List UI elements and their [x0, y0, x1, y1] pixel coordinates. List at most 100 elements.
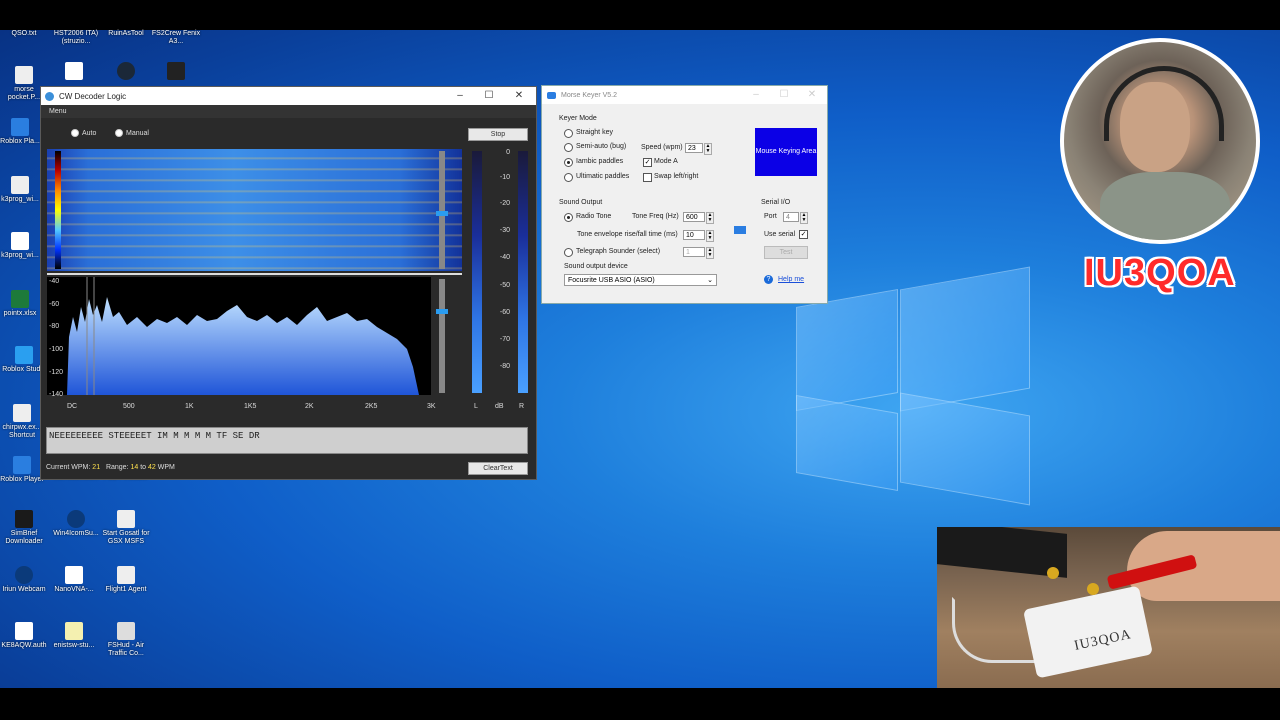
minimize-icon[interactable]: –	[446, 87, 474, 105]
window-title: Morse Keyer V5.2	[561, 91, 618, 99]
maximize-icon[interactable]: ☐	[475, 87, 503, 105]
telegraph-spinner[interactable]: ▲ ▼	[706, 247, 714, 259]
slider-handle[interactable]	[436, 211, 448, 216]
roblox-studio-icon	[15, 346, 33, 364]
file-icon	[65, 566, 83, 584]
use-serial-label: Use serial	[764, 231, 796, 238]
windows-logo	[796, 256, 1030, 506]
desktop-icon-fshud[interactable]: FSHud - Air Traffic Co...	[100, 622, 152, 658]
cable-shape	[952, 597, 1038, 663]
maximize-icon[interactable]: ☐	[770, 86, 798, 104]
envelope-spinner[interactable]: ▲ ▼	[706, 230, 714, 242]
menu-bar[interactable]: Menu	[41, 105, 536, 118]
clear-text-button[interactable]: ClearText	[468, 462, 528, 475]
speed-spinner[interactable]: ▲ ▼	[704, 143, 712, 155]
stop-button[interactable]: Stop	[468, 128, 528, 141]
file-icon	[11, 232, 29, 250]
bottom-letterbox	[0, 688, 1280, 720]
desktop-icon-gsx[interactable]: Start Gosatl for GSX MSFS	[100, 510, 152, 546]
level-meter-left	[472, 151, 482, 393]
radio-icon	[71, 129, 79, 137]
house-icon	[117, 622, 135, 640]
shoulders-shape	[1100, 172, 1230, 240]
steam-icon	[117, 62, 135, 80]
desktop-icon-win4icom-2[interactable]: Win4IcomSu...	[50, 510, 102, 538]
app-icon	[117, 566, 135, 584]
desktop-icon-enistsw[interactable]: enistsw-stu...	[48, 622, 100, 650]
headphones-icon	[1104, 66, 1224, 141]
desktop-icon-simbrief[interactable]: SimBrief Downloader	[0, 510, 50, 546]
simbrief-icon	[15, 510, 33, 528]
ultimatic-label: Ultimatic paddles	[576, 173, 630, 180]
telegraph-label: Telegraph Sounder (select)	[576, 248, 661, 255]
waterfall-display	[47, 149, 462, 271]
iambic-radio[interactable]	[564, 158, 573, 167]
top-letterbox	[0, 0, 1280, 30]
tone-freq-input[interactable]: 600	[683, 212, 705, 222]
sound-device-select[interactable]: Focusrite USB ASIO (ASIO) ⌄	[564, 274, 717, 286]
straight-key-radio[interactable]	[564, 129, 573, 138]
spectrum-gain-slider[interactable]	[439, 279, 445, 393]
callsign-label: IU3QOA	[1084, 252, 1236, 294]
mouse-keying-area[interactable]: Mouse Keying Area	[755, 128, 817, 176]
tone-freq-spinner[interactable]: ▲ ▼	[706, 212, 714, 224]
desktop-icon-ke8aqw[interactable]: KE8AQW.auth	[0, 622, 50, 650]
telegraph-radio[interactable]	[564, 248, 573, 257]
menu-item[interactable]: Menu	[49, 108, 67, 115]
desktop-icon-steam[interactable]	[100, 62, 152, 82]
desktop-icon-flight1[interactable]: Flight1 Agent	[100, 566, 152, 594]
desktop-icon-app[interactable]	[150, 62, 202, 82]
chevron-down-icon: ⌄	[707, 277, 713, 284]
cw-title-bar[interactable]: CW Decoder Logic – ☐ ✕	[41, 87, 536, 105]
mode-a-checkbox[interactable]: ✓	[643, 158, 652, 167]
port-spinner[interactable]: ▲ ▼	[800, 212, 808, 224]
speed-label: Speed (wpm)	[641, 144, 683, 151]
ultimatic-radio[interactable]	[564, 173, 573, 182]
mk-title-bar[interactable]: Morse Keyer V5.2 – ☐ ✕	[542, 86, 827, 104]
db-scale: 0 -10 -20 -30 -40 -50 -60 -70 -80	[499, 149, 510, 370]
desktop-icon-hst2006[interactable]: HST2006 ITA) (struzio...	[50, 30, 102, 46]
spectrum-display	[47, 277, 431, 395]
file-icon	[65, 62, 83, 80]
waterfall-colorbar	[55, 151, 61, 269]
arrow-indicator-icon	[734, 226, 746, 234]
waterfall-gain-slider[interactable]	[439, 151, 445, 269]
desktop-icon-iriun[interactable]: Iriun Webcam	[0, 566, 50, 594]
sound-output-label: Sound Output	[559, 199, 603, 206]
desktop-icon-nanovna[interactable]: NanoVNA-...	[48, 566, 100, 594]
app-icon	[167, 62, 185, 80]
roblox-icon	[13, 456, 31, 474]
desktop-icon-blank[interactable]	[48, 62, 100, 82]
morse-key-camera: IU3QOA	[937, 527, 1280, 688]
help-icon[interactable]: ?	[764, 275, 773, 284]
telegraph-input[interactable]: 1	[683, 247, 705, 257]
keyer-mode-label: Keyer Mode	[559, 115, 597, 122]
radio-tone-radio[interactable]	[564, 213, 573, 222]
file-icon	[15, 66, 33, 84]
semiauto-radio[interactable]	[564, 143, 573, 152]
app-icon	[11, 176, 29, 194]
desktop-icon-fs2crew[interactable]: FS2Crew Fenix A3...	[150, 30, 202, 46]
envelope-input[interactable]: 10	[683, 230, 705, 240]
mode-manual-radio[interactable]: Manual	[115, 129, 149, 137]
webcam-icon	[15, 566, 33, 584]
desktop-icon-ruinastool[interactable]: RuinAsTool	[100, 30, 152, 38]
port-input[interactable]: 4	[783, 212, 799, 222]
mode-auto-radio[interactable]: Auto	[71, 129, 96, 137]
iambic-label: Iambic paddles	[576, 158, 624, 165]
test-button[interactable]: Test	[764, 246, 808, 259]
help-link[interactable]: Help me	[778, 276, 804, 283]
close-icon[interactable]: ✕	[798, 86, 826, 104]
roblox-icon	[11, 118, 29, 136]
desktop-icon-qso[interactable]: QSO.txt	[0, 30, 50, 38]
use-serial-checkbox[interactable]: ✓	[799, 230, 808, 239]
window-title: CW Decoder Logic	[59, 91, 127, 101]
paddle-key-box	[1023, 585, 1153, 679]
excel-icon	[11, 290, 29, 308]
minimize-icon[interactable]: –	[742, 86, 770, 104]
swap-checkbox[interactable]	[643, 173, 652, 182]
close-icon[interactable]: ✕	[505, 87, 533, 105]
speed-input[interactable]: 23	[685, 143, 703, 153]
decoded-text-box[interactable]: NEEEEEEEEE STEEEEET IM M M M M TF SE DR	[46, 427, 528, 454]
slider-handle[interactable]	[436, 309, 448, 314]
